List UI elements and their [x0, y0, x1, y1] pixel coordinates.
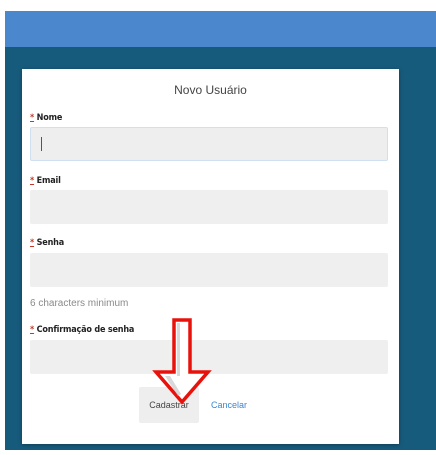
dialog-title: Novo Usuário — [174, 83, 247, 97]
password-label: * Senha — [30, 238, 64, 248]
required-marker: * — [30, 113, 35, 123]
cancel-link[interactable]: Cancelar — [211, 400, 247, 410]
name-label-text: Nome — [36, 113, 63, 123]
password-confirm-label: * Confirmação de senha — [30, 325, 134, 335]
email-label-text: Email — [36, 176, 61, 186]
red-arrow-annotation-icon — [152, 318, 212, 405]
password-field[interactable] — [30, 253, 388, 287]
email-field[interactable] — [30, 190, 388, 224]
top-bar — [5, 11, 436, 47]
email-label: * Email — [30, 176, 61, 186]
password-confirm-label-text: Confirmação de senha — [36, 325, 135, 335]
text-cursor — [41, 137, 42, 151]
name-field[interactable] — [30, 127, 388, 161]
required-marker: * — [30, 238, 35, 248]
required-marker: * — [30, 325, 35, 335]
required-marker: * — [30, 176, 35, 186]
password-hint: 6 characters minimum — [30, 298, 129, 309]
name-label: * Nome — [30, 113, 62, 123]
password-label-text: Senha — [36, 238, 65, 248]
